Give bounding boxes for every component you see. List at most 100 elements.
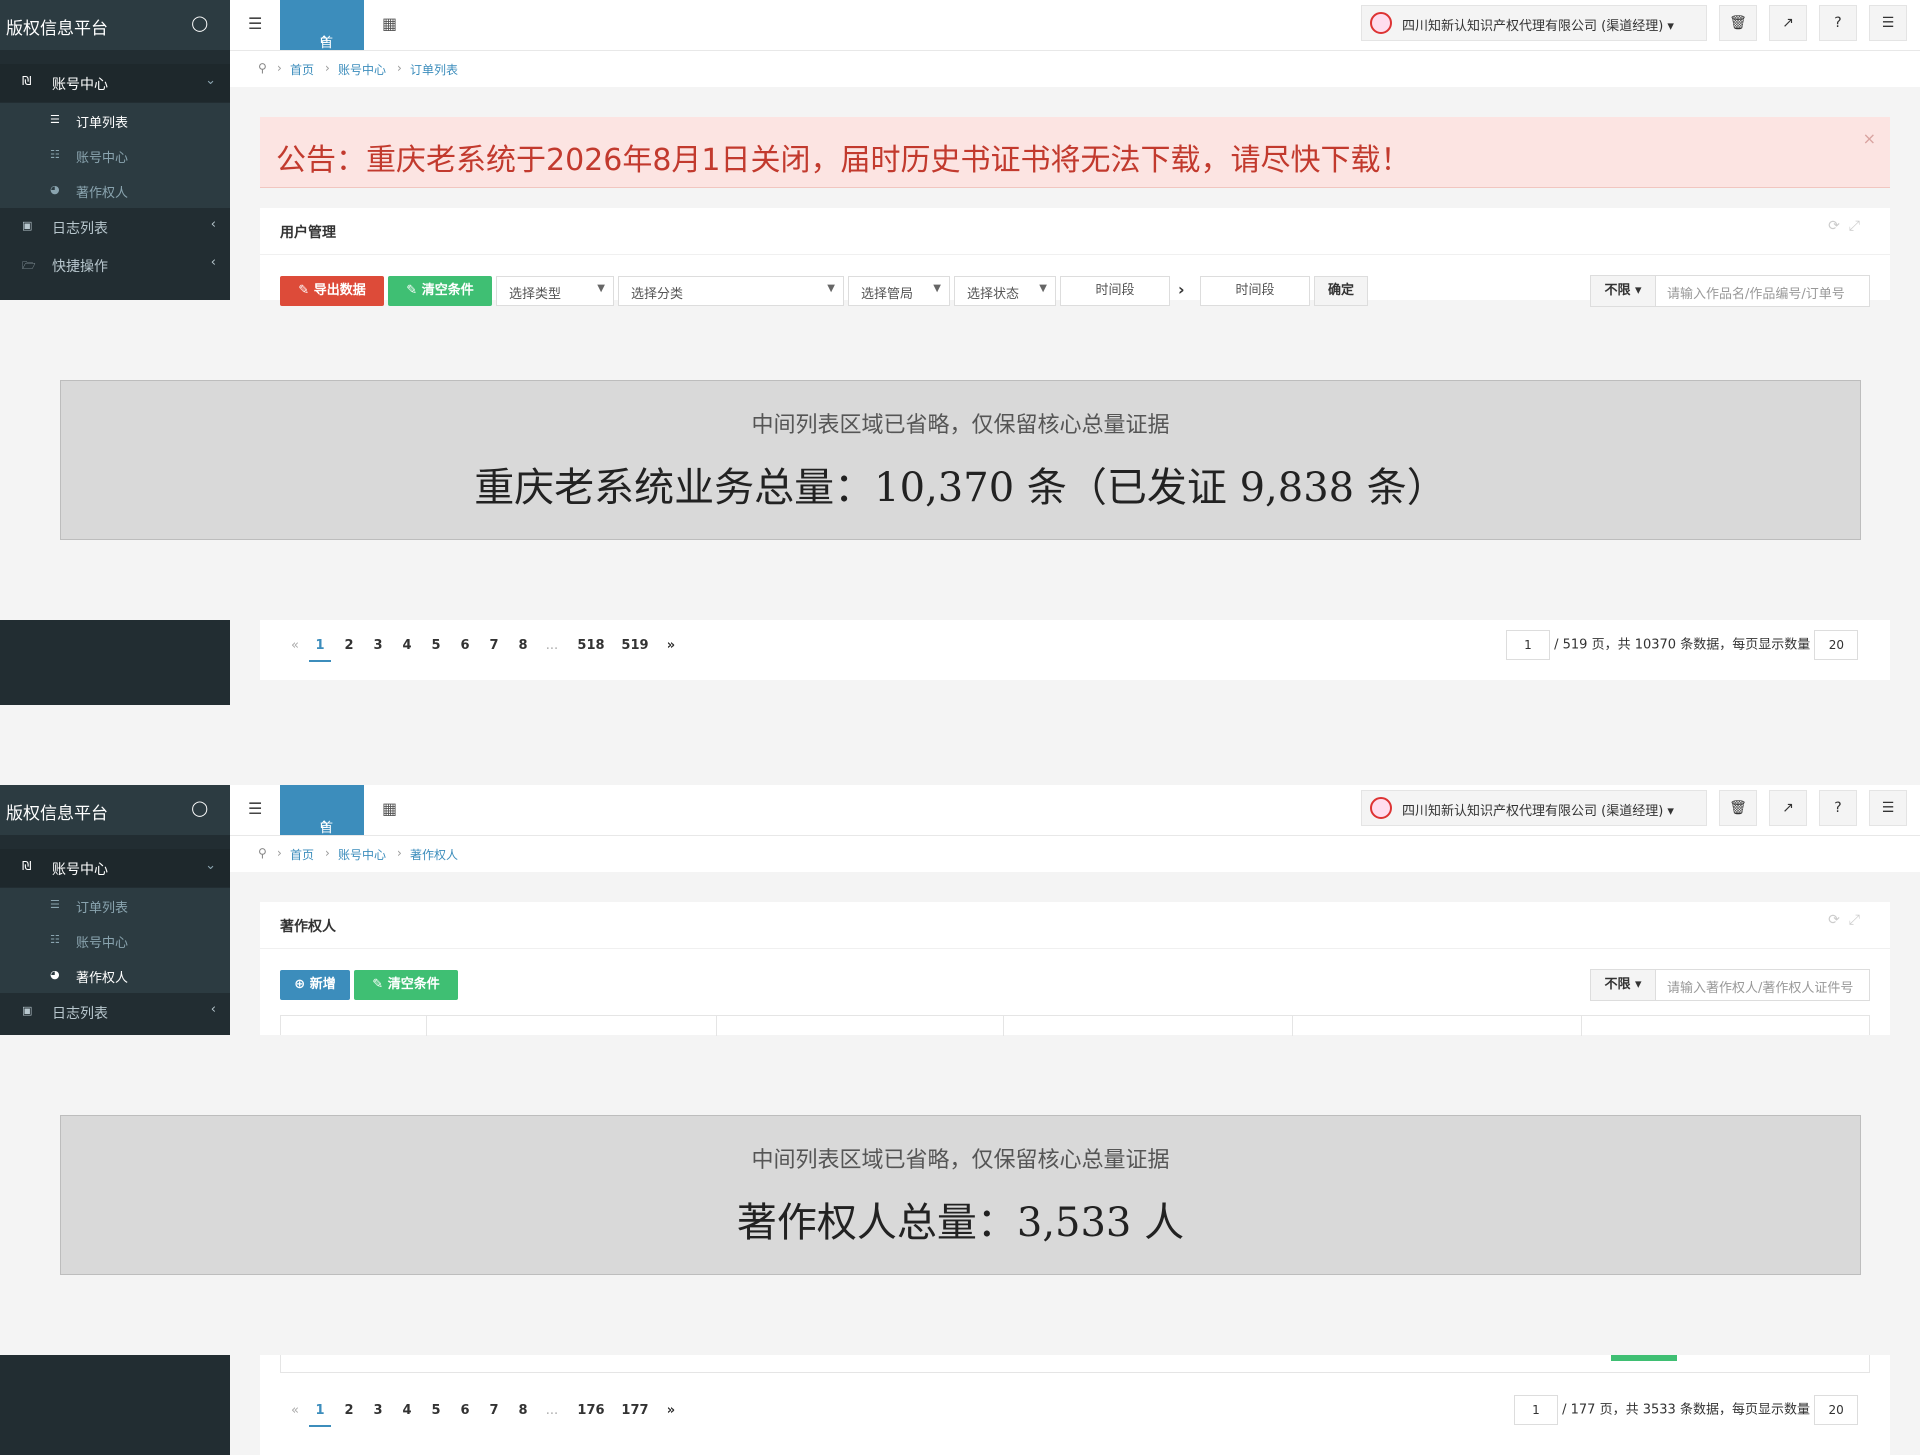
- sidebar-item-order-list[interactable]: ☰ 订单列表: [0, 103, 230, 138]
- next-page-button[interactable]: »: [660, 1403, 682, 1418]
- external-link-button[interactable]: ↗: [1769, 5, 1807, 41]
- help-button[interactable]: ?: [1819, 5, 1857, 41]
- page-size-input[interactable]: 20: [1814, 1395, 1859, 1425]
- page-button[interactable]: 4: [396, 638, 418, 653]
- scope-dropdown[interactable]: 不限 ▾: [1591, 970, 1656, 1000]
- category-select[interactable]: 选择分类 ▼: [618, 276, 844, 306]
- search-input[interactable]: 不限 ▾ 请输入作品名/作品编号/订单号: [1590, 275, 1870, 307]
- settings-button[interactable]: ☰: [1869, 5, 1907, 41]
- breadcrumb-home[interactable]: 首页: [290, 846, 314, 863]
- sidebar-item-account-center[interactable]: ₪ 账号中心 ⌄: [0, 849, 230, 887]
- page-button[interactable]: 7: [483, 1403, 505, 1418]
- export-data-button[interactable]: ✎ 导出数据: [280, 276, 384, 306]
- page-button[interactable]: 1: [309, 638, 331, 662]
- tab-home[interactable]: ⌂ 首页: [280, 785, 364, 855]
- theme-drop-icon[interactable]: ◯: [191, 14, 208, 32]
- tab-home[interactable]: ⌂ 首页: [280, 0, 364, 70]
- search-input[interactable]: 不限 ▾ 请输入著作权人/著作权人证件号: [1590, 969, 1870, 1001]
- announcement-banner: 公告：重庆老系统于2026年8月1日关闭，届时历史书证书将无法下载，请尽快下载！…: [260, 117, 1890, 188]
- page-button[interactable]: 518: [574, 638, 608, 653]
- page-button[interactable]: 5: [425, 638, 447, 653]
- page-button[interactable]: 3: [367, 638, 389, 653]
- sidebar-item-account-center-sub[interactable]: ☷ 账号中心: [0, 138, 230, 173]
- list-icon: ☰: [50, 113, 60, 126]
- external-link-button[interactable]: ↗: [1769, 790, 1807, 826]
- confirm-button[interactable]: 确定: [1314, 276, 1368, 306]
- page-size-input[interactable]: 20: [1814, 630, 1859, 660]
- sidebar-item-copyright-holder[interactable]: ◕ 著作权人: [0, 958, 230, 993]
- sidebar-item-log-list[interactable]: ▣ 日志列表 ‹: [0, 208, 230, 246]
- office-select[interactable]: 选择管局 ▼: [848, 276, 950, 306]
- menu-toggle-icon[interactable]: ☰: [248, 14, 262, 33]
- theme-drop-icon[interactable]: ◯: [191, 799, 208, 817]
- sidebar-item-log-list[interactable]: ▣ 日志列表 ‹: [0, 993, 230, 1031]
- trash-button[interactable]: 🗑: [1719, 790, 1757, 826]
- page-button[interactable]: 8: [512, 1403, 534, 1418]
- page-button[interactable]: 6: [454, 1403, 476, 1418]
- settings-button[interactable]: ☰: [1869, 790, 1907, 826]
- sidebar-item-label: 账号中心: [52, 77, 108, 93]
- book-icon: ▣: [22, 219, 33, 232]
- page-jump-input[interactable]: 1: [1514, 1395, 1558, 1425]
- omission-notice: 中间列表区域已省略，仅保留核心总量证据 著作权人总量：3,533 人: [60, 1115, 1861, 1275]
- help-button[interactable]: ?: [1819, 790, 1857, 826]
- omission-note: 中间列表区域已省略，仅保留核心总量证据: [751, 1148, 1170, 1173]
- action-button-fragment[interactable]: [1611, 1355, 1677, 1361]
- next-page-button[interactable]: »: [660, 638, 682, 653]
- page-button[interactable]: 4: [396, 1403, 418, 1418]
- user-management-panel: 用户管理 ⟳ ⤢ ✎ 导出数据 ✎ 清空条件 选择类型 ▼ 选择分类 ▼ 选择管局 ▼…: [260, 208, 1890, 307]
- status-select[interactable]: 选择状态 ▼: [954, 276, 1056, 306]
- apps-grid-icon[interactable]: ▦: [382, 14, 397, 33]
- sidebar-item-account-center[interactable]: ₪ 账号中心 ⌄: [0, 64, 230, 102]
- panel-tools[interactable]: ⟳ ⤢: [1828, 912, 1860, 928]
- page-button[interactable]: 1: [309, 1403, 331, 1427]
- page-button[interactable]: 177: [618, 1403, 652, 1418]
- page-button[interactable]: 519: [618, 638, 652, 653]
- date-start-input[interactable]: 时间段: [1060, 276, 1170, 306]
- add-button[interactable]: ⊕ 新增: [280, 970, 350, 1000]
- app-logo[interactable]: 版权信息平台 ◯: [0, 0, 230, 50]
- page-jump-input[interactable]: 1: [1506, 630, 1550, 660]
- book-icon: ▣: [22, 1004, 33, 1017]
- announcement-text: 公告：重庆老系统于2026年8月1日关闭，届时历史书证书将无法下载，请尽快下载！: [276, 143, 1411, 178]
- clear-filters-button[interactable]: ✎ 清空条件: [388, 276, 492, 306]
- sidebar-item-label: 日志列表: [52, 1006, 108, 1022]
- page-button[interactable]: 3: [367, 1403, 389, 1418]
- breadcrumb-account[interactable]: 账号中心: [338, 846, 386, 863]
- sidebar-item-copyright-holder[interactable]: ◕ 著作权人: [0, 173, 230, 208]
- clear-filters-button[interactable]: ✎ 清空条件: [354, 970, 458, 1000]
- sidebar-item-quick-ops[interactable]: 🗁 快捷操作 ‹: [0, 246, 230, 284]
- breadcrumb-account[interactable]: 账号中心: [338, 61, 386, 78]
- sidebar-item-account-center-sub[interactable]: ☷ 账号中心: [0, 923, 230, 958]
- panel-tools[interactable]: ⟳ ⤢: [1828, 218, 1860, 234]
- page-button[interactable]: 2: [338, 638, 360, 653]
- page-button[interactable]: 2: [338, 1403, 360, 1418]
- pagination: « 1 2 3 4 5 6 7 8 ... 518 519 »: [284, 638, 884, 664]
- pagination-panel: « 1 2 3 4 5 6 7 8 ... 518 519 » 1 / 519 …: [260, 620, 1890, 680]
- close-icon[interactable]: ×: [1863, 129, 1876, 148]
- breadcrumb-current[interactable]: 订单列表: [410, 61, 458, 78]
- trash-button[interactable]: 🗑: [1719, 5, 1757, 41]
- user-menu[interactable]: 四川知新认知识产权代理有限公司 (渠道经理) ▾: [1361, 5, 1707, 41]
- prev-page-button[interactable]: «: [284, 1403, 306, 1418]
- sidebar: 版权信息平台 ◯ ₪ 账号中心 ⌄ ☰ 订单列表 ☷ 账号中心 ◕ 著作权人 ▣…: [0, 785, 230, 1035]
- page-button[interactable]: 8: [512, 638, 534, 653]
- scope-dropdown[interactable]: 不限 ▾: [1591, 276, 1656, 306]
- date-end-input[interactable]: 时间段: [1200, 276, 1310, 306]
- menu-toggle-icon[interactable]: ☰: [248, 799, 262, 818]
- app-logo[interactable]: 版权信息平台 ◯: [0, 785, 230, 835]
- page-info-text: / 177 页，共 3533 条数据，每页显示数量: [1558, 1402, 1810, 1418]
- prev-page-button[interactable]: «: [284, 638, 306, 653]
- avatar: [1370, 12, 1392, 34]
- breadcrumb-current[interactable]: 著作权人: [410, 846, 458, 863]
- type-select[interactable]: 选择类型 ▼: [496, 276, 614, 306]
- page-button[interactable]: 176: [574, 1403, 608, 1418]
- sidebar-item-order-list[interactable]: ☰ 订单列表: [0, 888, 230, 923]
- user-menu[interactable]: 四川知新认知识产权代理有限公司 (渠道经理) ▾: [1361, 790, 1707, 826]
- page-button[interactable]: 6: [454, 638, 476, 653]
- page-button[interactable]: 7: [483, 638, 505, 653]
- page-ellipsis: ...: [545, 1403, 559, 1418]
- breadcrumb-home[interactable]: 首页: [290, 61, 314, 78]
- page-button[interactable]: 5: [425, 1403, 447, 1418]
- apps-grid-icon[interactable]: ▦: [382, 799, 397, 818]
